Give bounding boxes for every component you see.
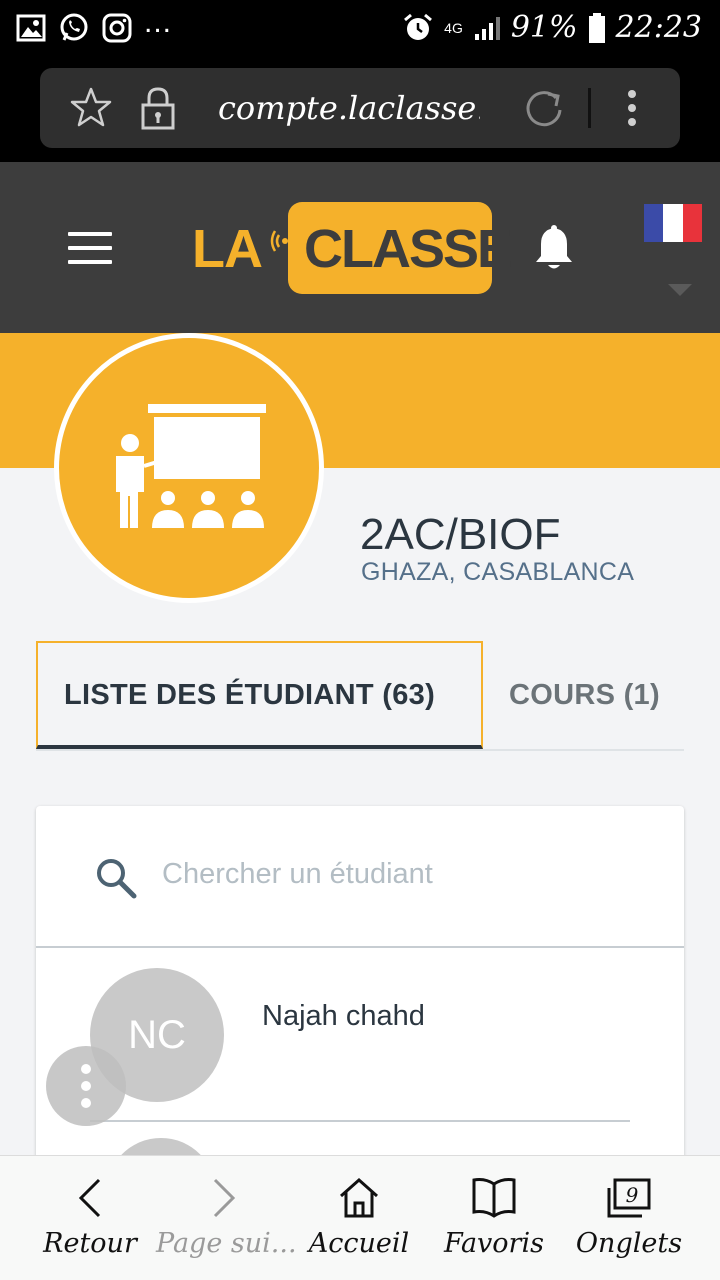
flag-stripe-white xyxy=(663,204,683,242)
url-text[interactable]: compte.laclasse.ma xyxy=(218,86,480,130)
class-title: 2AC/BIOF xyxy=(360,510,561,559)
nav-home-label: Accueil xyxy=(308,1228,410,1259)
flag-stripe-blue xyxy=(644,204,664,242)
address-bar[interactable]: compte.laclasse.ma xyxy=(40,68,680,148)
whatsapp-icon xyxy=(60,13,88,41)
reload-icon[interactable] xyxy=(522,86,566,130)
laclasse-logo[interactable]: LA CLASSE xyxy=(192,202,513,294)
chevron-right-icon xyxy=(213,1178,236,1218)
chevron-left-icon xyxy=(78,1178,101,1218)
system-status: 4G 91% 22:23 xyxy=(402,10,702,45)
app-header: LA CLASSE xyxy=(0,162,720,333)
nav-tabs-label: Onglets xyxy=(575,1228,683,1259)
row-divider xyxy=(90,1120,630,1122)
nav-tabs[interactable]: 9 Onglets xyxy=(561,1156,697,1280)
browser-bottom-nav: Retour Page sui... Accueil Favoris 9 Ong… xyxy=(0,1155,720,1280)
star-icon[interactable] xyxy=(70,86,112,128)
tab-students[interactable]: LISTE DES ÉTUDIANT (63) xyxy=(36,641,483,749)
caret-down-icon[interactable] xyxy=(668,284,692,296)
battery-percent: 91% xyxy=(510,10,578,45)
logo-text-la: LA xyxy=(192,219,263,279)
france-flag-icon[interactable] xyxy=(644,204,702,242)
divider xyxy=(588,88,591,128)
battery-icon xyxy=(588,12,605,43)
browser-toolbar: compte.laclasse.ma xyxy=(0,60,720,162)
search-row xyxy=(36,806,684,948)
nav-forward-label: Page sui... xyxy=(156,1228,297,1259)
nav-home[interactable]: Accueil xyxy=(291,1156,427,1280)
tab-count: 9 xyxy=(626,1183,639,1207)
lock-icon[interactable] xyxy=(138,86,178,130)
class-location: GHAZA, CASABLANCA xyxy=(361,558,635,586)
nav-bookmarks[interactable]: Favoris xyxy=(426,1156,562,1280)
network-type: 4G xyxy=(444,19,463,36)
student-name: Najah chahd xyxy=(262,1000,425,1032)
alarm-icon xyxy=(404,13,433,40)
flag-stripe-red xyxy=(682,204,702,242)
gallery-icon xyxy=(16,14,46,42)
notification-icons: ... xyxy=(16,8,172,44)
tab-bar: LISTE DES ÉTUDIANT (63) COURS (1) xyxy=(36,641,684,751)
instagram-icon xyxy=(102,13,132,43)
more-notifications: ... xyxy=(144,6,173,39)
tab-courses[interactable]: COURS (1) xyxy=(509,679,660,712)
tabs-icon: 9 xyxy=(607,1178,651,1218)
nav-bookmarks-label: Favoris xyxy=(444,1228,544,1259)
logo-text-classe: CLASSE xyxy=(304,219,513,279)
student-search-input[interactable] xyxy=(162,852,642,896)
nav-forward[interactable]: Page sui... xyxy=(156,1156,297,1280)
floating-more-button[interactable] xyxy=(46,1046,126,1126)
status-bar: ... 4G 91% 22:23 xyxy=(0,0,720,60)
teacher-presentation-icon xyxy=(116,404,266,528)
search-icon xyxy=(97,859,137,899)
bell-icon[interactable] xyxy=(532,224,576,272)
student-row[interactable]: NC Najah chahd xyxy=(36,950,684,1122)
menu-icon[interactable] xyxy=(68,232,112,264)
nav-back-label: Retour xyxy=(43,1228,137,1259)
home-icon xyxy=(340,1177,378,1218)
more-vert-icon[interactable] xyxy=(622,88,642,128)
clock: 22:23 xyxy=(615,10,702,45)
book-icon xyxy=(472,1178,516,1218)
signal-icon xyxy=(474,16,500,40)
tab-students-label: LISTE DES ÉTUDIANT (63) xyxy=(64,679,436,711)
nav-back[interactable]: Retour xyxy=(22,1156,158,1280)
